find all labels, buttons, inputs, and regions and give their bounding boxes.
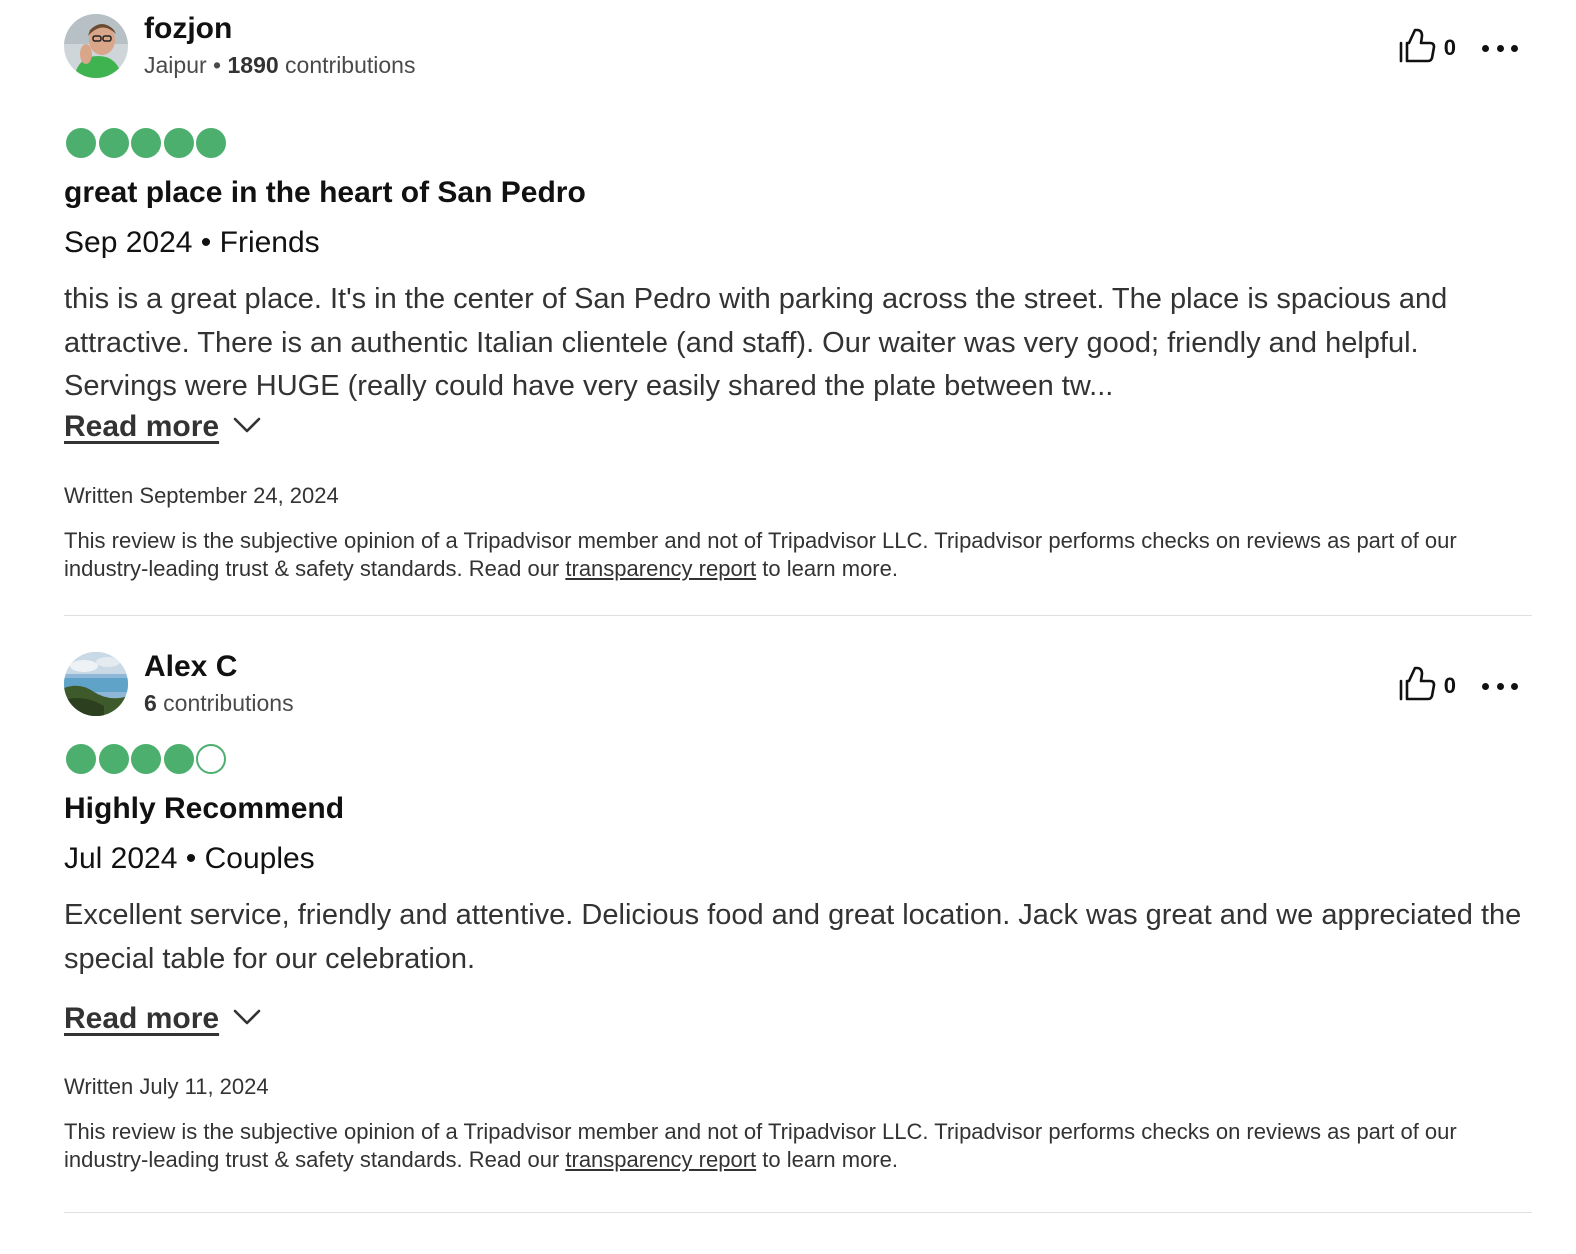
review-disclaimer: This review is the subjective opinion of… [64, 527, 1504, 583]
user-name[interactable]: fozjon [144, 12, 232, 46]
read-more-label: Read more [64, 410, 220, 443]
trip-info: Sep 2024 • Friends [64, 226, 320, 259]
user-name[interactable]: Alex C [144, 650, 237, 684]
user-location: Jaipur [144, 52, 207, 78]
written-date: Written September 24, 2024 [64, 483, 339, 508]
rating-bubble-filled [66, 744, 96, 774]
read-more-button[interactable]: Read more [64, 1002, 261, 1036]
rating-bubbles [66, 744, 226, 774]
rating-bubble-filled [131, 128, 161, 158]
more-options-icon[interactable] [1482, 36, 1518, 60]
rating-bubble-filled [66, 128, 96, 158]
rating-bubble-filled [98, 744, 129, 774]
thumbs-up-icon [1398, 666, 1436, 707]
review-title[interactable]: great place in the heart of San Pedro [64, 176, 586, 210]
written-date: Written July 11, 2024 [64, 1074, 269, 1099]
rating-bubble-empty [196, 744, 226, 774]
user-avatar[interactable] [64, 652, 128, 716]
read-more-button[interactable]: Read more [64, 410, 261, 444]
contributions-count: 6 [144, 690, 157, 716]
contributions-label: contributions [278, 52, 416, 78]
rating-bubble-filled [163, 744, 194, 774]
transparency-report-link[interactable]: transparency report [565, 556, 756, 581]
rating-bubble-filled [163, 128, 194, 158]
review-body: Excellent service, friendly and attentiv… [64, 899, 1522, 975]
reviews-list: fozjon Jaipur • 1890 contributions 0 gre… [0, 0, 1576, 1213]
user-avatar[interactable] [64, 14, 128, 78]
rating-bubbles [66, 128, 226, 158]
rating-bubble-filled [196, 128, 226, 158]
review-header: Alex C 6 contributions 0 [64, 650, 1532, 717]
disclaimer-suffix: to learn more. [756, 1147, 898, 1172]
rating-bubble-filled [131, 744, 161, 774]
trip-info: Jul 2024 • Couples [64, 842, 315, 875]
review-header: fozjon Jaipur • 1890 contributions 0 [64, 12, 1532, 79]
helpful-vote-button[interactable]: 0 [1398, 28, 1456, 69]
more-options-icon[interactable] [1482, 674, 1518, 698]
chevron-down-icon [233, 1008, 261, 1031]
contributions-label: contributions [156, 690, 294, 716]
user-meta: Jaipur • 1890 contributions [144, 52, 415, 79]
thumbs-up-icon [1398, 28, 1436, 69]
transparency-report-link[interactable]: transparency report [565, 1147, 756, 1172]
review-card: Alex C 6 contributions 0 Highly Recommen… [64, 616, 1532, 1213]
disclaimer-suffix: to learn more. [756, 556, 898, 581]
helpful-count: 0 [1443, 673, 1456, 698]
review-disclaimer: This review is the subjective opinion of… [64, 1118, 1504, 1174]
contributions-count: 1890 [227, 52, 279, 78]
rating-bubble-filled [98, 128, 129, 158]
review-body: this is a great place. It's in the cente… [64, 283, 1448, 402]
helpful-count: 0 [1443, 35, 1456, 60]
helpful-vote-button[interactable]: 0 [1398, 666, 1456, 707]
review-title[interactable]: Highly Recommend [64, 792, 344, 826]
review-card: fozjon Jaipur • 1890 contributions 0 gre… [64, 0, 1532, 616]
read-more-label: Read more [64, 1002, 220, 1035]
meta-separator: • [206, 52, 228, 78]
chevron-down-icon [233, 416, 261, 439]
user-meta: 6 contributions [144, 690, 294, 717]
